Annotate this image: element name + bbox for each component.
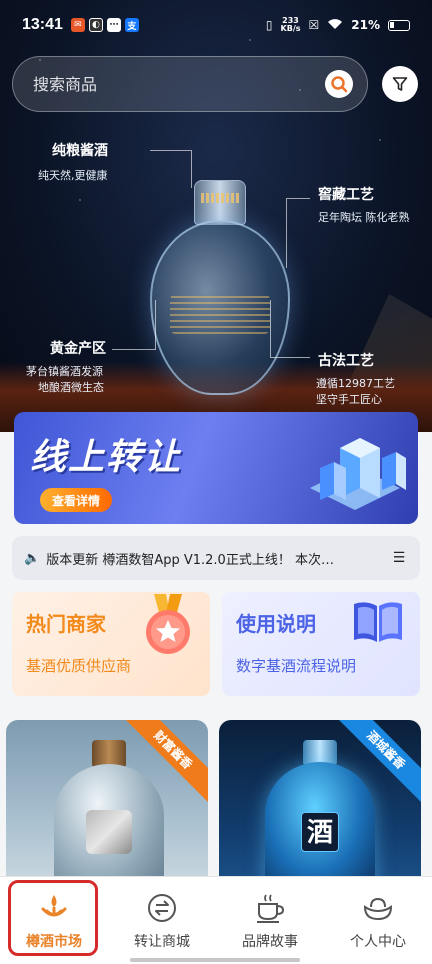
menu-icon[interactable]: ☰ xyxy=(390,550,408,566)
hot-merchants-card[interactable]: 热门商家 基酒优质供应商 xyxy=(12,592,210,696)
nav-label: 转让商城 xyxy=(134,934,190,950)
jar-character: 酒 xyxy=(301,812,339,852)
app-notification-icon: ◐ xyxy=(88,18,103,32)
search-button[interactable] xyxy=(325,70,353,98)
callout-title: 黄金产区 xyxy=(50,341,106,357)
filter-button[interactable] xyxy=(382,66,418,102)
active-nav-highlight xyxy=(8,880,98,956)
coffee-cup-icon xyxy=(257,894,285,923)
callout-line xyxy=(112,300,156,350)
callout-golden-region: 黄金产区 茅台镇酱酒发源 地酿酒微生态 xyxy=(26,338,106,396)
wifi-icon xyxy=(327,18,343,33)
callout-subtitle: 茅台镇酱酒发源 xyxy=(26,365,103,378)
search-input[interactable] xyxy=(33,74,325,94)
view-details-button[interactable]: 查看详情 xyxy=(40,488,112,512)
callout-subtitle: 遵循12987工艺 xyxy=(316,377,395,390)
isometric-blocks-illustration xyxy=(310,438,406,510)
book-icon xyxy=(354,602,402,642)
medal-icon xyxy=(146,594,190,654)
callout-pure-grain: 纯粮酱酒 纯天然,更健康 xyxy=(38,140,108,184)
product-image xyxy=(54,740,164,880)
exchange-icon xyxy=(148,894,176,922)
card-subtitle: 数字基酒流程说明 xyxy=(236,657,357,675)
ingot-icon xyxy=(363,897,393,921)
callout-subtitle: 地酿酒微生态 xyxy=(38,381,104,394)
callout-subtitle: 足年陶坛 陈化老熟 xyxy=(318,211,410,224)
no-sim-icon: ☒ xyxy=(308,18,320,32)
app-notification-icon: ⋯ xyxy=(106,18,121,32)
callout-ancient-craft: 古法工艺 遵循12987工艺 坚守手工匠心 xyxy=(316,350,395,408)
promo-title: 线上转让 xyxy=(30,437,183,478)
battery-percent: 21% xyxy=(351,18,380,32)
callout-title: 纯粮酱酒 xyxy=(52,143,108,159)
speaker-icon: 🔈 xyxy=(24,550,41,566)
status-right: ▯ 233 KB/s ☒ 21% xyxy=(266,17,410,33)
nav-label: 个人中心 xyxy=(350,934,406,950)
card-subtitle: 基酒优质供应商 xyxy=(26,657,132,675)
app-notification-icon: ✉ xyxy=(70,18,85,32)
product-card[interactable]: 酒城酱香 酒 xyxy=(219,720,421,880)
status-time: 13:41 xyxy=(22,16,63,33)
user-guide-card[interactable]: 使用说明 数字基酒流程说明 xyxy=(222,592,420,696)
product-card[interactable]: 财富酱香 xyxy=(6,720,208,880)
callout-subtitle: 纯天然,更健康 xyxy=(38,169,108,182)
vibrate-icon: ▯ xyxy=(265,18,273,32)
nav-label: 品牌故事 xyxy=(242,934,298,950)
search-bar[interactable] xyxy=(12,56,368,112)
callout-title: 古法工艺 xyxy=(318,353,374,369)
notification-icons: ✉ ◐ ⋯ 支 xyxy=(70,18,139,32)
home-indicator[interactable] xyxy=(130,958,300,962)
callout-subtitle: 坚守手工匠心 xyxy=(316,393,382,406)
transfer-promo-banner[interactable]: 线上转让 查看详情 xyxy=(14,412,418,524)
announcement-bar[interactable]: 🔈 版本更新 樽酒数智App V1.2.0正式上线！ 本次… ☰ xyxy=(12,536,420,580)
search-icon xyxy=(331,76,348,93)
callout-cellar: 窖藏工艺 足年陶坛 陈化老熟 xyxy=(318,184,410,226)
status-bar: 13:41 ✉ ◐ ⋯ 支 ▯ 233 KB/s ☒ 21% xyxy=(0,0,432,50)
alipay-notification-icon: 支 xyxy=(124,18,139,32)
filter-icon xyxy=(392,77,408,91)
nav-item-profile[interactable]: 个人中心 xyxy=(324,877,432,964)
network-speed: 233 KB/s xyxy=(280,16,301,33)
liquor-bottle-image xyxy=(150,180,290,395)
nav-item-brand-story[interactable]: 品牌故事 xyxy=(216,877,324,964)
callout-line xyxy=(286,198,310,268)
callout-line xyxy=(150,150,192,188)
nav-item-transfer-mall[interactable]: 转让商城 xyxy=(108,877,216,964)
callout-title: 窖藏工艺 xyxy=(318,187,374,203)
callout-line xyxy=(270,300,310,358)
product-image: 酒 xyxy=(265,740,375,880)
announcement-text: 版本更新 樽酒数智App V1.2.0正式上线！ 本次… xyxy=(46,552,334,568)
battery-icon xyxy=(388,19,410,31)
